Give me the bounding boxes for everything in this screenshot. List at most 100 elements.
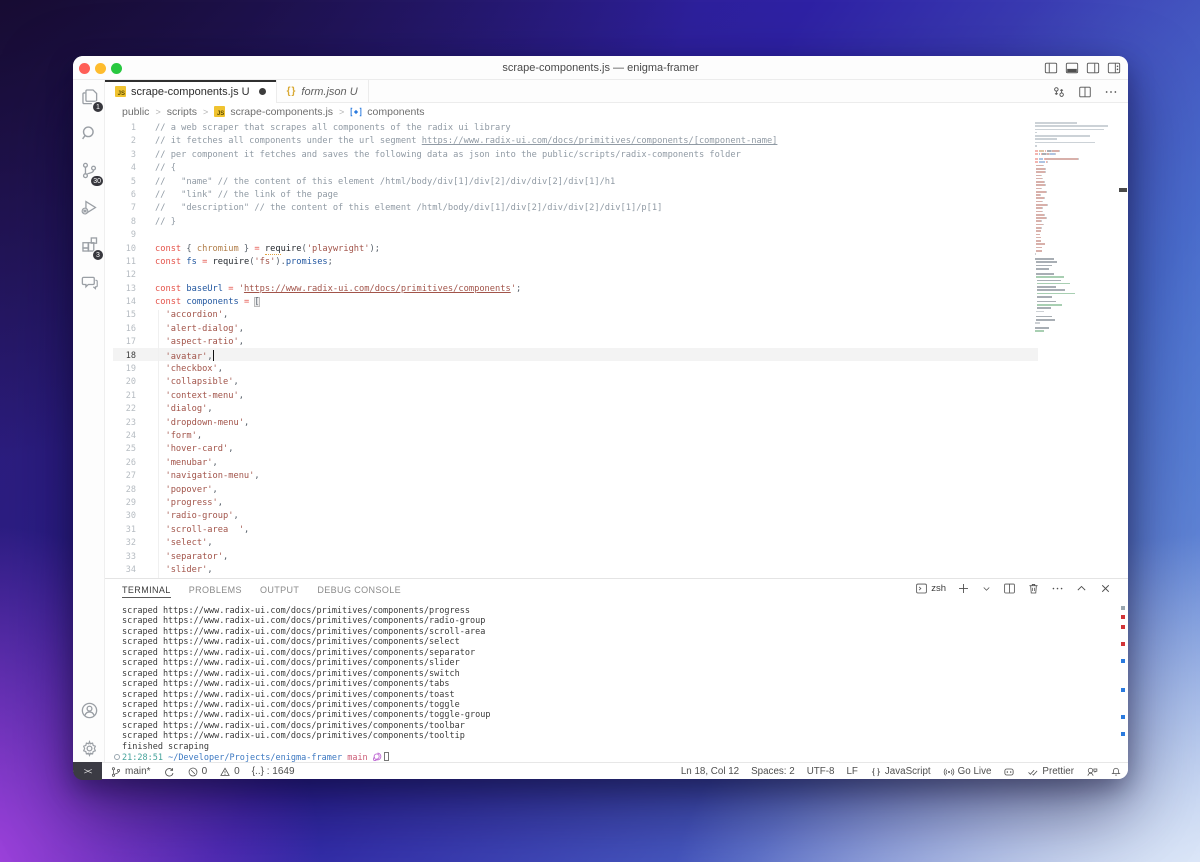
code-line-19: 19 'checkbox', [125,364,224,375]
broadcast-icon[interactable] [943,766,955,778]
more-actions-icon[interactable] [1051,582,1064,595]
activity-comments[interactable] [73,265,105,297]
more-actions-icon[interactable] [1104,85,1118,99]
status-warning[interactable]: 0 [219,766,240,778]
bell-icon[interactable] [1110,766,1122,778]
terminal-output-line: finished scraping [122,741,209,752]
status-braces[interactable]: JavaScript [870,766,931,778]
split-editor-icon[interactable] [1078,85,1092,99]
terminal-scroll-decoration [1121,715,1125,719]
status-utf--[interactable]: UTF-8 [807,766,835,777]
sync-icon[interactable] [163,766,175,778]
layout-panel-icon[interactable] [1065,61,1079,75]
code-line-8: 8// } [130,216,176,227]
status-ln-----col---[interactable]: Ln 18, Col 12 [681,766,739,777]
terminal-scroll-decoration [1121,642,1125,646]
run-debug-icon[interactable] [80,198,99,217]
code-line-34: 34 'slider', [125,564,213,575]
layout-sidebar-right-icon[interactable] [1086,61,1100,75]
copilot-icon[interactable] [1003,766,1015,778]
activity-settings-gear[interactable] [73,732,105,764]
remote-indicator[interactable]: >< [73,762,102,780]
tab-form.json[interactable]: {} form.json U [277,80,369,103]
activity-bar: 1 30 3 [73,80,105,762]
status-lf[interactable]: LF [846,766,857,777]
braces-icon[interactable] [870,766,882,778]
code-line-11: 11 const fs = require('fs').promises; [125,256,333,267]
activity-account[interactable] [73,694,105,726]
minimap[interactable] [1035,122,1121,334]
js-file-icon: JS [115,86,126,97]
terminal-scroll-decoration [1121,615,1125,619]
titlebar[interactable]: scrape-components.js — enigma-framer [73,56,1128,80]
activity-extensions[interactable]: 3 [73,228,105,261]
maximize-panel-icon[interactable] [1075,582,1088,595]
layout-customize-icon[interactable] [1107,61,1121,75]
code-line-30: 30 'radio-group', [125,511,239,522]
terminal-tab-terminal[interactable]: TERMINAL [122,585,171,598]
status-spaces---[interactable]: Spaces: 2 [751,766,795,777]
breadcrumb-item[interactable]: scrape-components.js [230,106,333,118]
terminal-tab-problems[interactable]: PROBLEMS [189,585,242,595]
code-line-22: 22 'dialog', [125,404,213,415]
trash-icon[interactable] [1027,582,1040,595]
status-copilot[interactable] [1003,766,1015,778]
warning-icon[interactable] [219,766,231,778]
terminal-output-line: scraped https://www.radix-ui.com/docs/pr… [122,647,476,658]
activity-source-control[interactable]: 30 [73,154,105,187]
tab-scrape-components.js[interactable]: JS scrape-components.js U [105,80,277,103]
shell-selector[interactable]: zsh [915,582,946,595]
search-icon[interactable] [80,124,99,143]
breadcrumb-item[interactable]: components [367,106,424,118]
settings-gear-icon[interactable] [80,739,99,758]
js-file-icon: JS [214,105,226,117]
layout-sidebar-left-icon[interactable] [1044,61,1058,75]
breadcrumb-item[interactable]: public [122,106,149,118]
comments-icon[interactable] [80,272,99,291]
code-line-27: 27 'navigation-menu', [125,471,260,482]
code-line-32: 32 'select', [125,538,213,549]
git-branch-icon[interactable] [110,766,122,778]
activity-explorer[interactable]: 1 [73,80,105,113]
close-panel-icon[interactable] [1099,582,1112,595]
terminal-tab-output[interactable]: OUTPUT [260,585,299,595]
tab-bar: JS scrape-components.js U{} form.json U [105,80,1128,103]
terminal-output-line: scraped https://www.radix-ui.com/docs/pr… [122,720,465,731]
terminal-output-line: scraped https://www.radix-ui.com/docs/pr… [122,679,450,690]
code-line-18: 18 'avatar', [125,349,214,362]
terminal-icon[interactable] [915,582,928,595]
terminal-output-line: scraped https://www.radix-ui.com/docs/pr… [122,658,460,669]
status-double-check[interactable]: Prettier [1027,766,1074,778]
status-git-branch[interactable]: main* [110,766,151,778]
status-{..} : 164[interactable]: {..} : 1649 [252,766,295,777]
code-line-2: 2// it fetches all components under the … [130,136,778,147]
status-sync[interactable] [163,766,175,778]
terminal-output-line: scraped https://www.radix-ui.com/docs/pr… [122,606,470,616]
error-icon[interactable] [187,766,199,778]
account-icon[interactable] [80,701,99,720]
code-editor[interactable]: 1// a web scraper that scrapes all compo… [105,120,1128,578]
breadcrumb-item[interactable]: scripts [167,106,197,118]
split-terminal-icon[interactable] [1003,582,1016,595]
feedback-icon[interactable] [1086,766,1098,778]
new-terminal-icon[interactable] [957,582,970,595]
status-feedback[interactable] [1086,766,1098,778]
double-check-icon[interactable] [1027,766,1039,778]
code-line-9: 9 [130,230,136,241]
terminal-scroll-decoration [1121,606,1125,610]
status-broadcast[interactable]: Go Live [943,766,991,778]
status-bell[interactable] [1110,766,1122,778]
code-line-6: 6// "link" // the link of the page [130,189,339,200]
status-bar: >< main* 0 0 {..} : 1649 Ln 18, Col 12 Space… [73,762,1128,780]
badge: 30 [90,175,104,187]
breadcrumb[interactable]: public > scripts > JS scrape-components.js > co… [105,103,1128,120]
code-line-7: 7// "description" // the content of this… [130,203,663,214]
compare-changes-icon[interactable] [1052,85,1066,99]
activity-search[interactable] [73,117,105,149]
terminal-tab-debug-console[interactable]: DEBUG CONSOLE [317,585,401,595]
code-line-13: 13 const baseUrl = 'https://www.radix-ui.… [125,283,522,294]
activity-run-debug[interactable] [73,191,105,223]
dropdown-chevron-icon[interactable] [981,583,992,594]
status-error[interactable]: 0 [187,766,207,778]
code-line-23: 23 'dropdown-menu', [125,417,250,428]
